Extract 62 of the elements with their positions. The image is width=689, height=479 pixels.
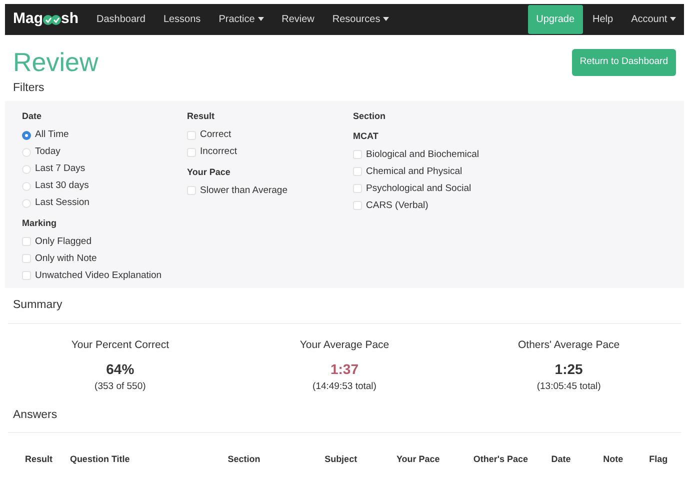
- option-label: Slower than Average: [200, 184, 288, 198]
- option-label: Only Flagged: [35, 234, 92, 249]
- stat-detail: (353 of 550): [94, 380, 146, 394]
- option-label: CARS (Verbal): [366, 198, 428, 213]
- filter-subheading: MCAT: [353, 130, 380, 143]
- section-heading: Filters: [13, 81, 44, 96]
- stat-value: 1:37: [330, 360, 358, 380]
- option-label: All Time: [35, 128, 69, 142]
- option-label: Biological and Biochemical: [366, 148, 480, 162]
- stat-value: 1:25: [554, 360, 583, 380]
- filter-heading: Date: [22, 110, 43, 124]
- nav-link-item[interactable]: Account: [631, 12, 676, 27]
- filter-heading: Result: [187, 110, 216, 124]
- column-header: Date: [551, 454, 571, 464]
- option-label: Last Session: [35, 196, 90, 210]
- nav-link-item[interactable]: Dashboard: [96, 12, 146, 27]
- checkbox[interactable]: [22, 254, 31, 264]
- checkbox[interactable]: [187, 148, 196, 157]
- column-header: Question Title: [70, 454, 130, 464]
- checkbox[interactable]: [187, 186, 196, 196]
- column-header: Other's Pace: [473, 454, 528, 464]
- radio-button[interactable]: [22, 130, 31, 140]
- option-label: Chemical and Physical: [366, 164, 462, 179]
- option-label: Unwatched Video Explanation: [35, 268, 162, 283]
- option-label: Last 30 days: [35, 179, 89, 194]
- nav-link-item[interactable]: Help: [592, 12, 614, 27]
- logo[interactable]: Mag sh: [13, 8, 79, 31]
- section-heading: Answers: [13, 408, 58, 423]
- page-title: Review: [13, 47, 98, 78]
- option-label: Last 7 Days: [35, 162, 86, 176]
- checkbox[interactable]: [22, 271, 31, 280]
- checkbox[interactable]: [353, 201, 362, 210]
- stat-value: 64%: [106, 360, 134, 380]
- option-label: Today: [35, 145, 60, 160]
- checkbox[interactable]: [353, 184, 362, 194]
- stat-label: Your Percent Correct: [71, 338, 169, 353]
- nav-link-item[interactable]: Lessons: [163, 12, 201, 27]
- nav-link-item[interactable]: Review: [282, 12, 314, 27]
- stat-detail: (14:49:53 total): [312, 380, 376, 394]
- column-header: Result: [25, 454, 53, 464]
- column-header: Note: [603, 454, 624, 464]
- column-header: Subject: [324, 454, 358, 464]
- option-label: Psychological and Social: [366, 182, 472, 196]
- filter-heading: Marking: [22, 216, 58, 230]
- section-heading: Summary: [13, 298, 62, 314]
- column-header: Flag: [649, 454, 668, 464]
- checkbox[interactable]: [353, 167, 362, 176]
- stat-label: Your Average Pace: [300, 338, 390, 353]
- stat-detail: (13:05:45 total): [536, 380, 601, 394]
- column-header: Your Pace: [396, 454, 440, 464]
- option-label: Only with Note: [35, 252, 97, 266]
- option-label: Correct: [200, 128, 232, 142]
- option-label: Incorrect: [200, 145, 237, 160]
- nav-link-item[interactable]: Resources: [332, 12, 389, 27]
- nav-link-item[interactable]: Practice: [218, 12, 264, 27]
- column-header: Section: [228, 454, 260, 464]
- checkbox[interactable]: [187, 130, 196, 140]
- stat-label: Others' Average Pace: [518, 338, 620, 353]
- filter-heading: Section: [353, 110, 387, 124]
- checkbox[interactable]: [22, 237, 31, 246]
- filter-heading: Your Pace: [187, 166, 232, 179]
- checkbox[interactable]: [353, 150, 362, 160]
